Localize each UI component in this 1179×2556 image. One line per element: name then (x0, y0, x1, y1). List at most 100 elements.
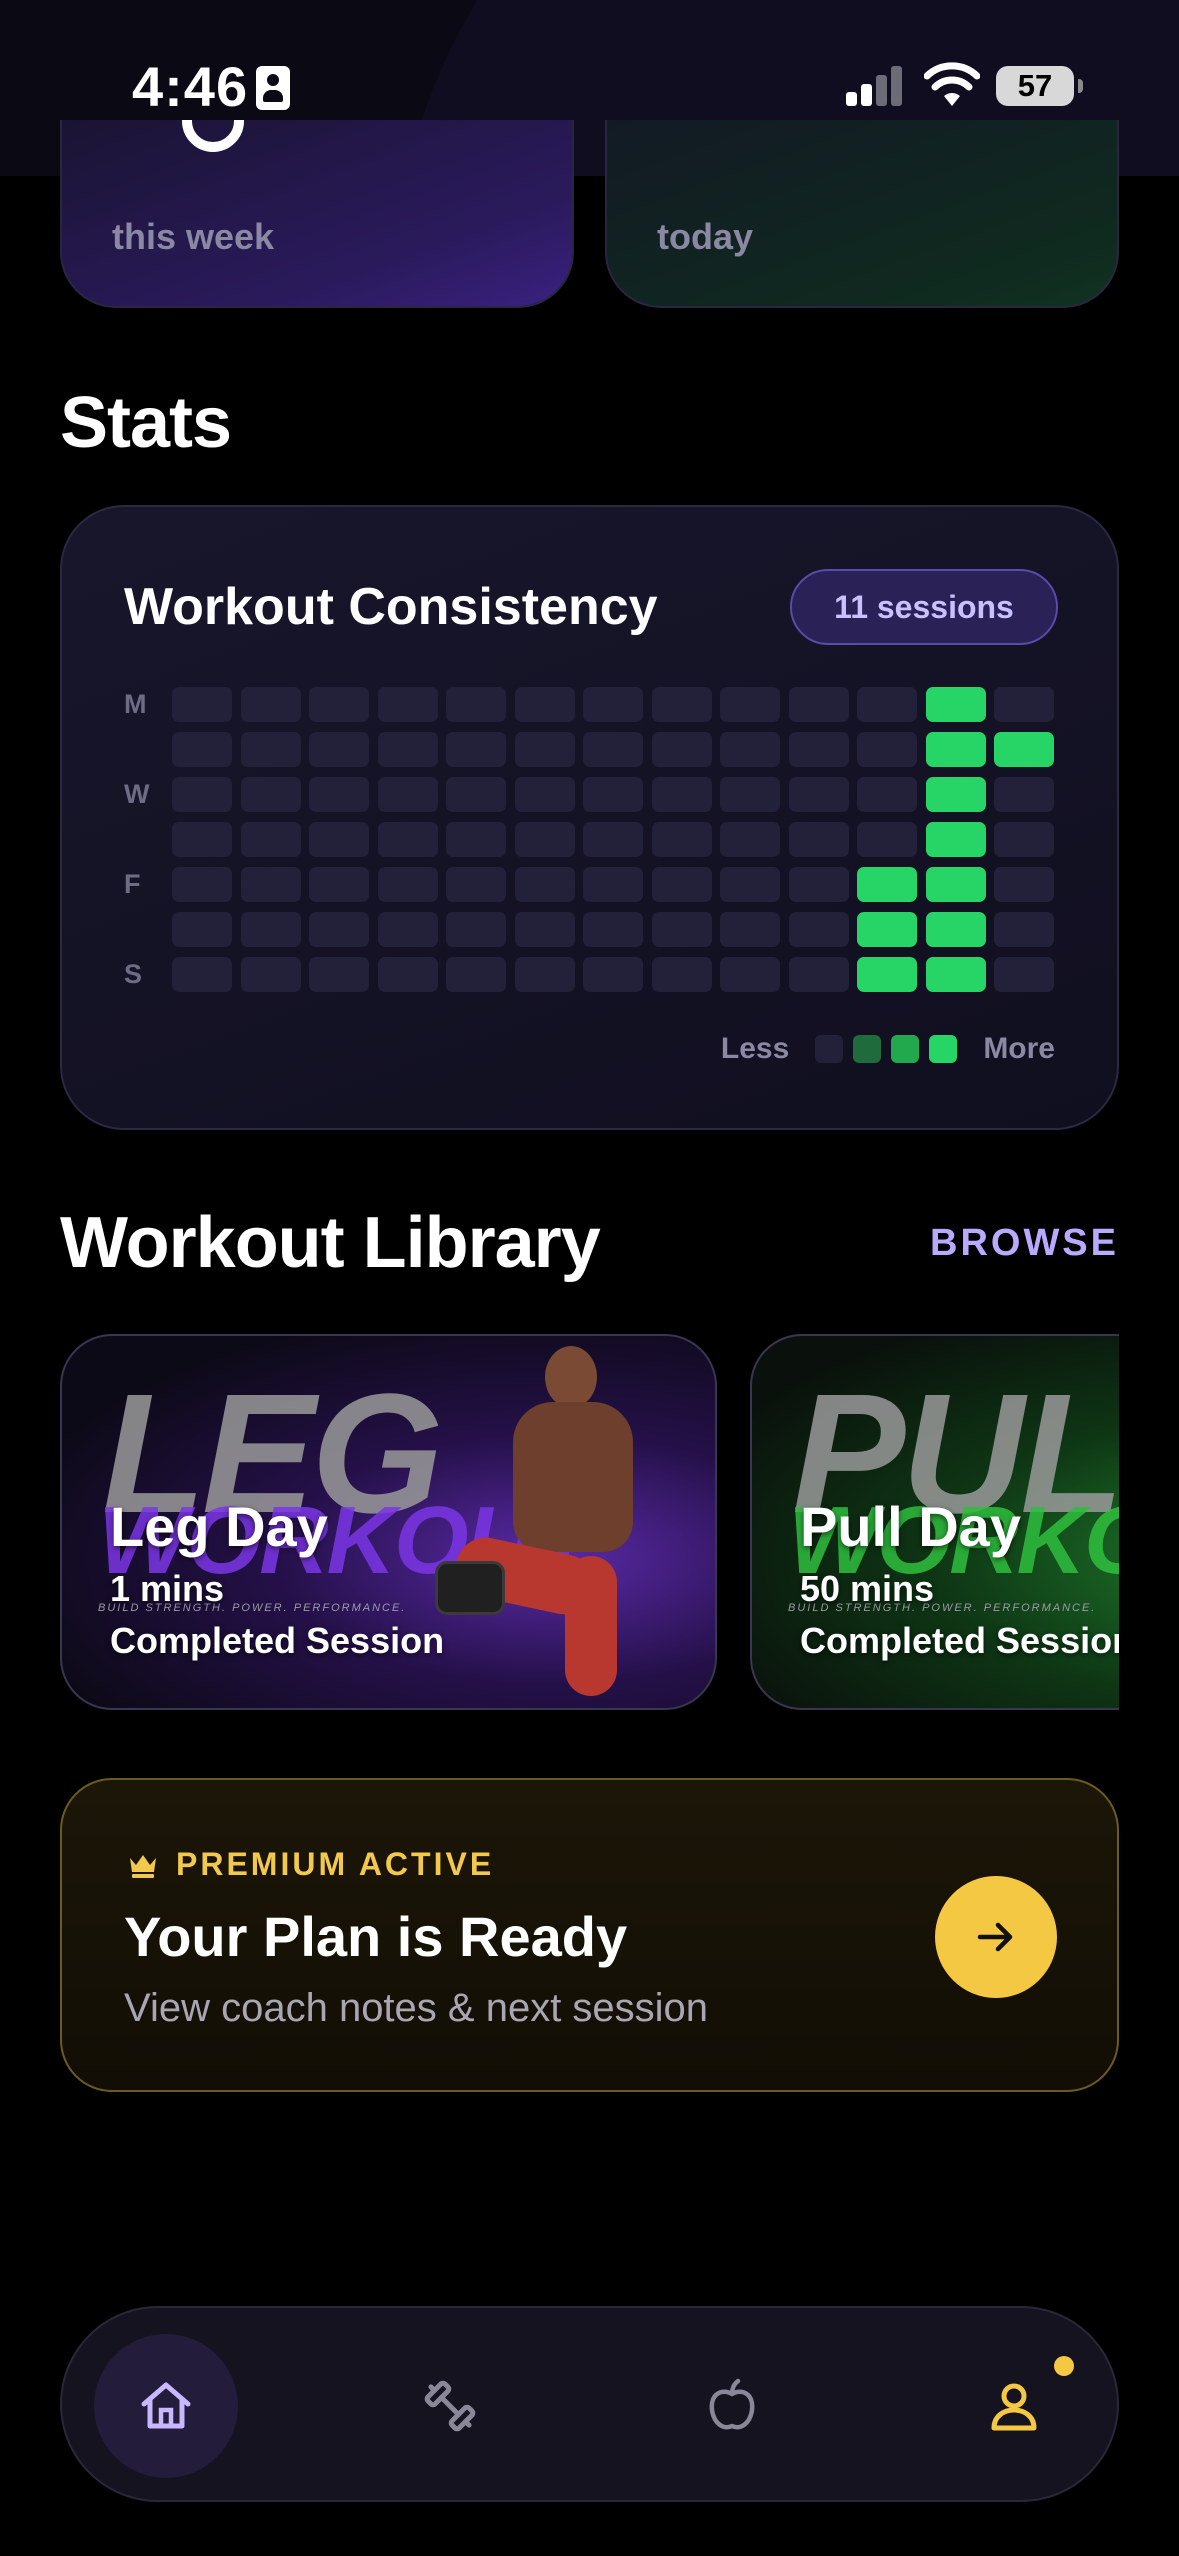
premium-plan-card[interactable]: PREMIUM ACTIVE Your Plan is Ready View c… (60, 1778, 1119, 2092)
status-time: 4:46 (132, 55, 249, 118)
heatmap-cell (309, 912, 369, 947)
heatmap-day-label: S (124, 959, 143, 989)
workout-card-status: Completed Session (800, 1620, 1119, 1661)
heatmap-cell (583, 822, 643, 857)
heatmap-cell (925, 687, 986, 722)
heatmap-cell (788, 957, 849, 992)
heatmap-cell (788, 687, 849, 722)
heatmap-cell (172, 912, 232, 947)
heatmap-cell (309, 732, 369, 767)
heatmap-cell (857, 687, 917, 722)
heatmap-cell (446, 912, 506, 947)
heatmap-cell (309, 822, 369, 857)
battery-icon: 57 (996, 66, 1083, 106)
heatmap-cell (583, 957, 643, 992)
heatmap-cell (377, 912, 438, 947)
workout-consistency-card: Workout Consistency 11 sessions M W F S Les… (60, 505, 1119, 1130)
heatmap-cell (720, 732, 780, 767)
heatmap-cell (925, 912, 986, 947)
nav-nutrition[interactable] (660, 2334, 804, 2478)
legend-swatch-low (853, 1035, 882, 1063)
heatmap-cell (240, 777, 301, 812)
heatmap-cell (857, 732, 917, 767)
premium-status-label: PREMIUM ACTIVE (176, 1846, 495, 1882)
open-plan-button[interactable] (935, 1876, 1057, 1998)
weekly-summary-card[interactable]: this week (60, 120, 574, 308)
weekly-summary-label: this week (112, 216, 275, 257)
workout-card-title: Pull Day (800, 1495, 1021, 1558)
heatmap-cell (309, 867, 369, 902)
heatmap-cell (172, 732, 232, 767)
heatmap-cell (651, 687, 712, 722)
legend-less-label: Less (720, 1032, 790, 1065)
notification-dot (1054, 2356, 1074, 2376)
workout-card-duration: 1 mins (110, 1568, 225, 1609)
heatmap-cell (172, 957, 232, 992)
heatmap-cell (172, 822, 232, 857)
heatmap-cell (514, 867, 575, 902)
heatmap-cell (651, 912, 712, 947)
heatmap-cell (446, 687, 506, 722)
heatmap-day-label: F (124, 869, 141, 899)
heatmap-cell (583, 732, 643, 767)
heatmap-day-label: W (124, 779, 150, 809)
profile-icon (991, 2383, 1037, 2431)
heatmap-cell (720, 687, 780, 722)
heatmap-cell (994, 912, 1054, 947)
sessions-badge: 11 sessions (790, 569, 1058, 645)
heatmap-cell (925, 777, 986, 812)
heatmap-cell (377, 822, 438, 857)
heatmap-cell (377, 777, 438, 812)
heatmap-day-label: M (124, 689, 147, 719)
heatmap-cell (788, 867, 849, 902)
browse-button[interactable]: BROWSE (930, 1222, 1119, 1265)
heatmap-cell (994, 822, 1054, 857)
legend-swatch-high (929, 1035, 958, 1063)
nav-workouts[interactable] (378, 2334, 522, 2478)
heatmap-cell (446, 822, 506, 857)
heatmap-cell (377, 732, 438, 767)
legend-swatch-mid (891, 1035, 920, 1063)
arrow-right-icon (977, 1922, 1013, 1952)
crown-icon (130, 1855, 156, 1878)
workout-card-leg-day[interactable]: LEG WORKOUT BUILD STRENGTH. POWER. PERFO… (60, 1334, 717, 1710)
heatmap-cell (857, 822, 917, 857)
heatmap-cell (857, 912, 917, 947)
nav-home[interactable] (94, 2334, 238, 2478)
workout-card-pull-day[interactable]: PULL WORKOUT BUILD STRENGTH. POWER. PERF… (750, 1334, 1119, 1710)
heatmap-cell (583, 867, 643, 902)
heatmap-cell (309, 687, 369, 722)
heatmap-cell (583, 777, 643, 812)
library-section-title: Workout Library (60, 1203, 601, 1283)
apple-icon (709, 2378, 755, 2430)
contact-card-icon (256, 66, 290, 110)
heatmap-cell (994, 687, 1054, 722)
heatmap-cell (651, 867, 712, 902)
heatmap-cell (309, 777, 369, 812)
heatmap-cell (240, 687, 301, 722)
heatmap-cell (651, 777, 712, 812)
legend-swatch-empty (815, 1035, 844, 1063)
heatmap-cell (925, 957, 986, 992)
home-icon (141, 2382, 191, 2429)
workout-library-carousel[interactable]: LEG WORKOUT BUILD STRENGTH. POWER. PERFO… (60, 1334, 1119, 1714)
heatmap-cell (583, 912, 643, 947)
heatmap-cell (994, 957, 1054, 992)
workout-card-duration: 50 mins (800, 1568, 935, 1609)
daily-summary-label: today (657, 216, 754, 257)
wifi-icon (924, 62, 980, 106)
legend-more-label: More (983, 1032, 1055, 1065)
bottom-navigation (60, 2306, 1119, 2502)
heatmap-cell (994, 867, 1054, 902)
premium-subtitle: View coach notes & next session (124, 1986, 709, 2030)
workout-card-status: Completed Session (110, 1620, 445, 1661)
heatmap-cell (514, 732, 575, 767)
nav-profile[interactable] (942, 2334, 1086, 2478)
stats-section-title: Stats (60, 383, 232, 463)
heatmap-cell (514, 822, 575, 857)
heatmap-cell (514, 912, 575, 947)
heatmap-cell (583, 687, 643, 722)
heatmap-cell (788, 777, 849, 812)
heatmap-cell (925, 822, 986, 857)
daily-summary-card[interactable]: today (605, 120, 1119, 308)
